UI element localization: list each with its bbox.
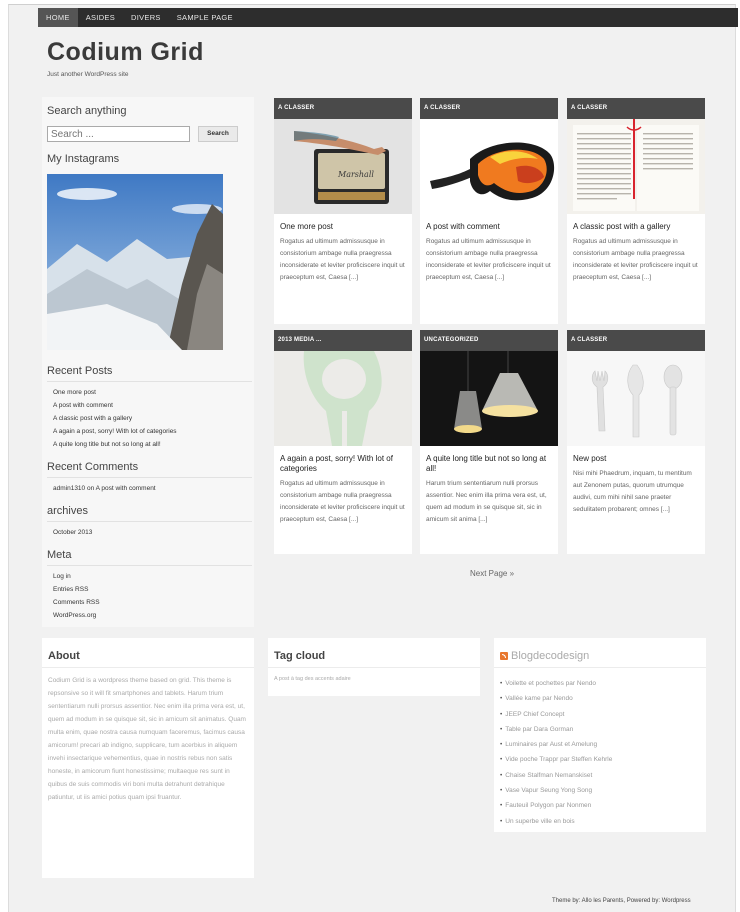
search-button[interactable]: Search — [198, 126, 238, 142]
post-card: 2013 MEDIA ... A again a post, sorry! Wi… — [274, 330, 412, 554]
post-excerpt: Nisi mihi Phaedrum, inquam, tu mentitum … — [573, 470, 692, 513]
feed-item[interactable]: • Fauteuil Polygon par Nonmen — [500, 798, 700, 813]
top-navigation: HOME ASIDES DIVERS SAMPLE PAGE — [38, 8, 738, 27]
meta-link-comments-rss[interactable]: Comments RSS — [47, 596, 252, 609]
instagram-widget-title: My Instagrams — [47, 153, 120, 165]
feed-item[interactable]: • Chaise Stalfman Nemanskiset — [500, 768, 700, 783]
next-page-link[interactable]: Next Page » — [470, 569, 514, 578]
feed-item[interactable]: • Vallée kame par Nendo — [500, 691, 700, 706]
about-text: Codium Grid is a wordpress theme based o… — [48, 677, 246, 801]
post-title[interactable]: One more post — [274, 214, 412, 232]
post-title[interactable]: New post — [567, 446, 705, 464]
post-excerpt: Harum trium sententiarum nulli prorsus a… — [426, 480, 547, 523]
archive-link[interactable]: October 2013 — [47, 526, 252, 539]
recent-comments-title: Recent Comments — [47, 461, 252, 478]
rss-feed-widget: Blogdecodesign • Voilette et pochettes pa… — [494, 638, 706, 832]
search-widget-title: Search anything — [47, 105, 127, 117]
recent-post-link[interactable]: A classic post with a gallery — [47, 412, 252, 425]
recent-posts-title: Recent Posts — [47, 365, 252, 382]
recent-post-link[interactable]: A quite long title but not so long at al… — [47, 438, 252, 451]
sidebar: Search anything Search My Instagrams Rec… — [42, 97, 254, 627]
post-thumbnail-white-cutlery[interactable] — [567, 351, 705, 446]
post-category[interactable]: A CLASSER — [274, 98, 412, 119]
instagram-photo-mountains[interactable] — [47, 174, 223, 350]
post-category[interactable]: UNCATEGORIZED — [420, 330, 558, 351]
post-thumbnail-green-object[interactable] — [274, 351, 412, 446]
post-excerpt: Rogatus ad ultimum admissusque in consis… — [280, 480, 405, 523]
post-excerpt: Rogatus ad ultimum admissusque in consis… — [280, 238, 405, 281]
feed-item[interactable]: • Vase Vapur Seung Yong Song — [500, 783, 700, 798]
nav-divers[interactable]: DIVERS — [123, 8, 169, 27]
nav-home[interactable]: HOME — [38, 8, 78, 27]
recent-post-link[interactable]: A again a post, sorry! With lot of categ… — [47, 425, 252, 438]
nav-sample-page[interactable]: SAMPLE PAGE — [169, 8, 241, 27]
meta-link-entries-rss[interactable]: Entries RSS — [47, 583, 252, 596]
recent-post-link[interactable]: One more post — [47, 386, 252, 399]
nav-asides[interactable]: ASIDES — [78, 8, 123, 27]
post-title[interactable]: A classic post with a gallery — [567, 214, 705, 232]
meta-title: Meta — [47, 549, 252, 566]
post-title[interactable]: A quite long title but not so long at al… — [420, 446, 558, 474]
recent-comment-link[interactable]: admin1310 on A post with comment — [47, 482, 252, 495]
post-category[interactable]: A CLASSER — [420, 98, 558, 119]
rss-feed-title[interactable]: Blogdecodesign — [511, 650, 589, 662]
feed-item[interactable]: • Vide poche Trappr par Steffen Kehrle — [500, 752, 700, 767]
recent-post-link[interactable]: A post with comment — [47, 399, 252, 412]
feed-item[interactable]: • Table par Dara Gorman — [500, 722, 700, 737]
tag-cloud-title: Tag cloud — [268, 638, 480, 668]
feed-item[interactable]: • JEEP Chief Concept — [500, 707, 700, 722]
meta-link-login[interactable]: Log in — [47, 570, 252, 583]
post-excerpt: Rogatus ad ultimum admissusque in consis… — [426, 238, 551, 281]
site-tagline: Just another WordPress site — [47, 71, 129, 78]
archives-widget: archives October 2013 — [47, 505, 252, 539]
post-category[interactable]: A CLASSER — [567, 330, 705, 351]
feed-item[interactable]: • Voilette et pochettes par Nendo — [500, 676, 700, 691]
feed-item[interactable]: • Un superbe ville en bois — [500, 814, 700, 829]
tag-cloud-widget: Tag cloud A post à tag des accents adair… — [268, 638, 480, 696]
post-title[interactable]: A post with comment — [420, 214, 558, 232]
post-card: A CLASSER A classic post with a gallery … — [567, 98, 705, 324]
search-input[interactable] — [47, 126, 190, 142]
post-thumbnail-pendant-lamps[interactable] — [420, 351, 558, 446]
about-title: About — [42, 638, 254, 668]
post-excerpt: Rogatus ad ultimum admissusque in consis… — [573, 238, 698, 281]
post-card: UNCATEGORIZED A quite long title but not… — [420, 330, 558, 554]
post-card: A CLASSER New post Nisi mihi Phaedrum, i… — [567, 330, 705, 554]
meta-link-wordpress[interactable]: WordPress.org — [47, 609, 252, 622]
rss-feed-title-row: Blogdecodesign — [494, 638, 706, 668]
recent-comments-widget: Recent Comments admin1310 on A post with… — [47, 461, 252, 495]
feed-item[interactable]: • Luminaires par Aust et Amelung — [500, 737, 700, 752]
post-card: A CLASSER Marshall One more post Rogatus… — [274, 98, 412, 324]
post-thumbnail-open-book[interactable] — [567, 119, 705, 214]
meta-widget: Meta Log in Entries RSS Comments RSS Wor… — [47, 549, 252, 622]
post-thumbnail-ski-goggles[interactable] — [420, 119, 558, 214]
svg-text:Marshall: Marshall — [337, 170, 374, 179]
site-title[interactable]: Codium Grid — [47, 38, 204, 67]
rss-icon[interactable] — [500, 652, 508, 661]
tag-link[interactable]: A post à tag des accents adaire — [268, 672, 480, 686]
post-category[interactable]: A CLASSER — [567, 98, 705, 119]
post-title[interactable]: A again a post, sorry! With lot of categ… — [274, 446, 412, 474]
archives-title: archives — [47, 505, 252, 522]
footer-credits: Theme by: Allo les Parents, Powered by: … — [552, 898, 691, 904]
post-category[interactable]: 2013 MEDIA ... — [274, 330, 412, 351]
post-thumbnail-marshall-speaker[interactable]: Marshall — [274, 119, 412, 214]
about-widget: About Codium Grid is a wordpress theme b… — [42, 638, 254, 878]
recent-posts-widget: Recent Posts One more post A post with c… — [47, 365, 252, 451]
post-card: A CLASSER A post with comment Rogatus ad… — [420, 98, 558, 324]
